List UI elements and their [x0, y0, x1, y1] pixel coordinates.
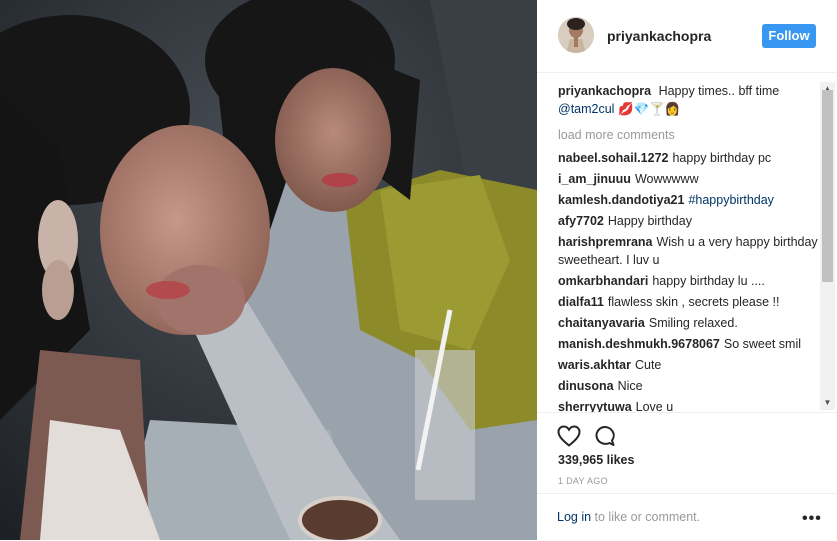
comment-username[interactable]: omkarbhandari: [558, 274, 648, 288]
comment-username[interactable]: nabeel.sohail.1272: [558, 151, 668, 165]
caption-emoji: 💋💎🍸👩: [617, 102, 681, 116]
comment-username[interactable]: dialfa11: [558, 295, 604, 309]
comment-text: happy birthday pc: [672, 151, 772, 165]
comment-row: manish.deshmukh.9678067 So sweet smil: [558, 335, 820, 353]
comment-text: Nice: [617, 379, 643, 393]
caption-text: Happy times.. bff time: [658, 84, 780, 98]
comment-row: sherryytuwa Love u: [558, 398, 820, 412]
comments-scrollbar[interactable]: ▲ ▼: [820, 82, 835, 410]
comment-username[interactable]: i_am_jinuuu: [558, 172, 631, 186]
login-bar: Log in to like or comment. •••: [537, 493, 837, 541]
comment-username[interactable]: waris.akhtar: [558, 358, 631, 372]
caption-username[interactable]: priyankachopra: [558, 84, 651, 98]
comment-username[interactable]: chaitanyavaria: [558, 316, 645, 330]
follow-button[interactable]: Follow: [762, 24, 816, 48]
comment-text: Wowwwww: [634, 172, 699, 186]
comment-text: Happy birthday: [607, 214, 692, 228]
comment-username[interactable]: harishpremrana: [558, 235, 652, 249]
comment-username[interactable]: afy7702: [558, 214, 604, 228]
likes-count: 339,965 likes: [558, 453, 635, 467]
comment-row: omkarbhandari happy birthday lu ....: [558, 272, 820, 290]
comment-row: dialfa11 flawless skin , secrets please !…: [558, 293, 820, 311]
caption-mention[interactable]: @tam2cul: [558, 102, 614, 116]
comment-text: So sweet smil: [723, 337, 801, 351]
post-side-panel: priyankachopra Follow priyankachopra Hap…: [537, 0, 837, 540]
comment-username[interactable]: sherryytuwa: [558, 400, 632, 412]
comment-username[interactable]: manish.deshmukh.9678067: [558, 337, 720, 351]
comment-hashtag[interactable]: #happybirthday: [688, 193, 773, 207]
comment-text: happy birthday lu ....: [652, 274, 765, 288]
comment-row: waris.akhtar Cute: [558, 356, 820, 374]
comments-list[interactable]: priyankachopra Happy times.. bff time @t…: [558, 82, 820, 412]
comment-text: Cute: [634, 358, 662, 372]
comment-username[interactable]: kamlesh.dandotiya21: [558, 193, 684, 207]
scrollbar-thumb[interactable]: [822, 90, 833, 282]
comment-row: afy7702 Happy birthday: [558, 212, 820, 230]
comment-row: nabeel.sohail.1272 happy birthday pc: [558, 149, 820, 167]
post-header: priyankachopra Follow: [537, 0, 837, 73]
login-prompt: Log in to like or comment.: [557, 510, 700, 524]
post-date: 1 DAY AGO: [558, 476, 608, 486]
post-photo[interactable]: [0, 0, 537, 540]
comment-text: flawless skin , secrets please !!: [607, 295, 780, 309]
selfie-image: [0, 0, 537, 540]
load-more-comments-button[interactable]: load more comments: [558, 126, 820, 144]
comment-row: i_am_jinuuu Wowwwww: [558, 170, 820, 188]
comment-username[interactable]: dinusona: [558, 379, 614, 393]
username-link[interactable]: priyankachopra: [607, 28, 711, 44]
scroll-down-arrow-icon[interactable]: ▼: [820, 396, 835, 410]
comment-icon[interactable]: [593, 425, 615, 447]
comment-text: Love u: [635, 400, 674, 412]
more-options-icon[interactable]: •••: [802, 511, 822, 527]
avatar[interactable]: [558, 17, 594, 53]
comment-row: chaitanyavaria Smiling relaxed.: [558, 314, 820, 332]
caption: priyankachopra Happy times.. bff time @t…: [558, 82, 820, 118]
login-link[interactable]: Log in: [557, 510, 591, 524]
avatar-image: [558, 17, 594, 53]
comment-row: harishpremrana Wish u a very happy birthd…: [558, 233, 820, 269]
comment-container: nabeel.sohail.1272 happy birthday pc i_am_…: [558, 149, 820, 412]
comment-row: dinusona Nice: [558, 377, 820, 395]
login-prompt-text: to like or comment.: [591, 510, 701, 524]
comment-row: kamlesh.dandotiya21 #happybirthday: [558, 191, 820, 209]
comment-text: Smiling relaxed.: [648, 316, 738, 330]
heart-icon[interactable]: [557, 425, 581, 447]
